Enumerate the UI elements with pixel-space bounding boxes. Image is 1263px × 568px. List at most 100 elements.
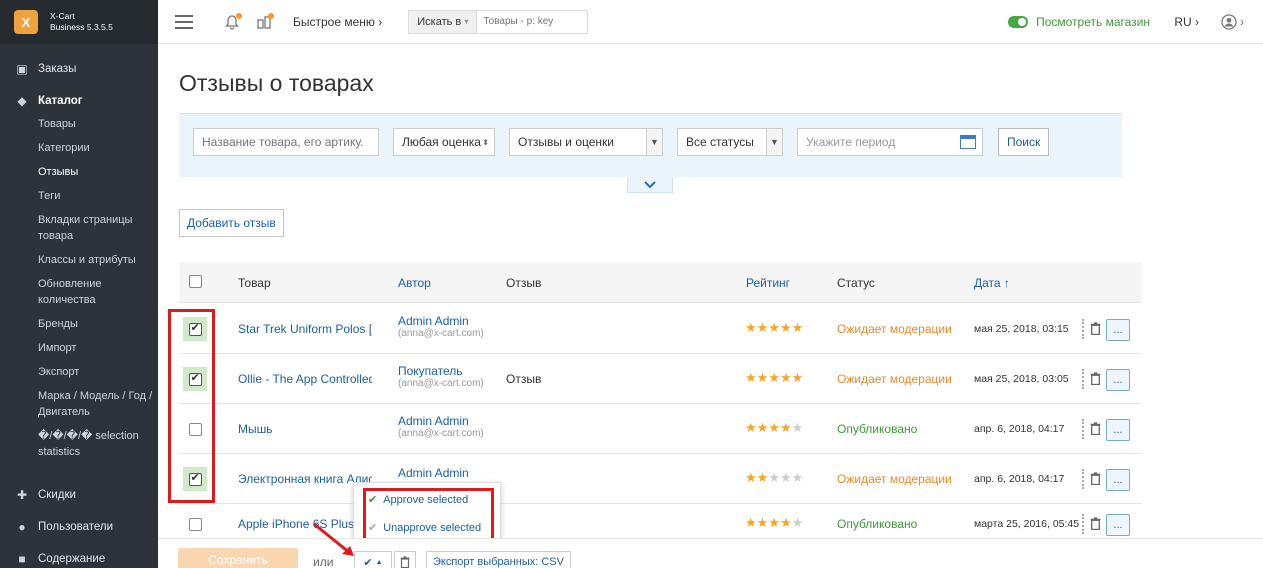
sidebar-item-orders[interactable]: ▣ Заказы (0, 58, 158, 80)
sidebar-subitem-categories[interactable]: Категории (38, 136, 158, 160)
sidebar-subitem-selection-stats[interactable]: �/�/�/� selection statistics (38, 424, 158, 464)
view-store-link[interactable]: Посмотреть магазин (1008, 15, 1150, 29)
status-select-value: Все статусы (686, 135, 754, 149)
select-all-checkbox[interactable] (188, 274, 202, 288)
product-search-input[interactable] (193, 128, 379, 156)
table-row: Электронная книга Алис Admin Admin ★★★★★… (179, 454, 1142, 504)
star-icon: ★ (768, 320, 780, 335)
sidebar-subitem-product-tabs[interactable]: Вкладки страницы товара (38, 208, 158, 248)
drag-handle[interactable] (1082, 469, 1084, 489)
star-icon: ★ (779, 420, 792, 435)
product-link[interactable]: Электронная книга Алис (238, 472, 372, 486)
quick-menu-label: Быстрое меню (293, 14, 375, 29)
marketplace-icon[interactable] (253, 11, 275, 33)
trash-icon[interactable] (1088, 370, 1102, 386)
more-actions-button[interactable]: ... (1106, 369, 1130, 391)
drag-handle[interactable] (1082, 369, 1084, 389)
star-icon: ★ (745, 470, 757, 485)
calendar-icon[interactable] (960, 135, 976, 149)
bell-icon[interactable] (221, 11, 243, 33)
trash-icon[interactable] (1088, 320, 1102, 336)
sidebar-subitem-tags[interactable]: Теги (38, 184, 158, 208)
sidebar-subitem-make-model[interactable]: Марка / Модель / Год / Двигатель (38, 384, 158, 424)
notification-dot (268, 12, 274, 19)
review-type-select[interactable]: Отзывы и оценки ▼ (509, 128, 663, 156)
column-header-status: Статус (837, 276, 875, 290)
sidebar-subitem-brands[interactable]: Бренды (38, 312, 158, 336)
more-actions-button[interactable]: ... (1106, 469, 1130, 491)
column-header-rating[interactable]: Рейтинг (746, 276, 790, 290)
period-input[interactable]: Укажите период (797, 128, 983, 156)
author-cell: Admin Admin (anna@x-cart.com) (398, 414, 484, 439)
quick-menu-button[interactable]: Быстрое меню › (293, 15, 382, 29)
column-header-author[interactable]: Автор (398, 276, 431, 290)
status-label[interactable]: Опубликовано (837, 517, 917, 531)
star-icon: ★ (745, 320, 757, 335)
more-actions-button[interactable]: ... (1106, 319, 1130, 341)
search-input[interactable] (477, 10, 588, 33)
checkbox-highlight-box (168, 309, 215, 503)
more-actions-button[interactable]: ... (1106, 514, 1130, 536)
hamburger-menu-icon[interactable] (175, 14, 193, 29)
brand[interactable]: X X-Cart Business 5.3.5.5 (0, 0, 158, 44)
star-icon: ★ (791, 320, 804, 335)
star-icon: ★ (756, 420, 769, 435)
sidebar-subitem-reviews[interactable]: Отзывы (38, 160, 158, 184)
sidebar-subitem-products[interactable]: Товары (38, 112, 158, 136)
trash-icon[interactable] (1088, 515, 1102, 531)
sidebar-subitem-export[interactable]: Экспорт (38, 360, 158, 384)
sidebar-item-discounts[interactable]: ✚ Скидки (0, 484, 158, 506)
users-icon: ● (18, 520, 26, 534)
drag-handle[interactable] (1082, 514, 1084, 534)
rating-stars: ★★★★★ (745, 370, 803, 386)
dropdown-highlight-box (363, 488, 494, 541)
search-button[interactable]: Поиск (998, 128, 1050, 156)
page-title: Отзывы о товарах (179, 70, 374, 96)
sidebar-item-catalog[interactable]: ◆ Каталог (0, 90, 158, 112)
delete-selected-button[interactable] (394, 551, 416, 568)
expand-filters-chevron-icon[interactable] (627, 177, 673, 193)
author-link[interactable]: Admin Admin (398, 466, 469, 480)
sidebar-item-users[interactable]: ● Пользователи (0, 516, 158, 538)
status-label[interactable]: Ожидает модерации (837, 472, 952, 486)
star-icon: ★ (779, 515, 792, 530)
trash-icon[interactable] (1088, 420, 1102, 436)
sidebar-subitem-import[interactable]: Импорт (38, 336, 158, 360)
review-text: Отзыв (506, 372, 542, 386)
author-link[interactable]: Admin Admin (398, 414, 484, 428)
row-checkbox[interactable] (188, 517, 202, 531)
status-label[interactable]: Ожидает модерации (837, 322, 952, 336)
sidebar-subitem-classes[interactable]: Классы и атрибуты (38, 248, 158, 272)
more-actions-button[interactable]: ... (1106, 419, 1130, 441)
author-cell: Admin Admin (398, 466, 469, 480)
author-cell: Покупатель (anna@x-cart.com) (398, 364, 484, 389)
rating-stars: ★★★★★ (745, 420, 803, 436)
header-search: Искать в ▾ (408, 9, 589, 34)
column-header-date[interactable]: Дата ↑ (974, 276, 1010, 290)
user-account-icon[interactable]: › (1221, 13, 1245, 30)
sidebar: X X-Cart Business 5.3.5.5 ▣ Заказы ◆ Кат… (0, 0, 158, 568)
save-button[interactable]: Сохранить (178, 548, 298, 568)
product-link[interactable]: Star Trek Uniform Polos [ (238, 322, 372, 336)
sidebar-subitem-stock-update[interactable]: Обновление количества (38, 272, 158, 312)
notification-dot (236, 12, 242, 19)
export-csv-button[interactable]: Экспорт выбранных: CSV (426, 551, 571, 568)
status-label[interactable]: Опубликовано (837, 422, 917, 436)
tags-icon: ◆ (17, 94, 27, 108)
rating-select-value: Любая оценка (402, 135, 481, 149)
status-select[interactable]: Все статусы ▼ (677, 128, 783, 156)
search-scope-select[interactable]: Искать в ▾ (409, 10, 478, 33)
drag-handle[interactable] (1082, 319, 1084, 339)
rating-select[interactable]: Любая оценка ⬍ (393, 128, 495, 156)
date-label: апр. 6, 2018, 04:17 (974, 423, 1065, 435)
product-link[interactable]: Мышь (238, 422, 372, 436)
language-select[interactable]: RU › (1174, 15, 1199, 29)
author-link[interactable]: Admin Admin (398, 314, 484, 328)
add-review-button[interactable]: Добавить отзыв (179, 209, 284, 237)
sidebar-item-content[interactable]: ■ Содержание (0, 548, 158, 568)
author-link[interactable]: Покупатель (398, 364, 484, 378)
drag-handle[interactable] (1082, 419, 1084, 439)
trash-icon[interactable] (1088, 470, 1102, 486)
product-link[interactable]: Ollie - The App Controlled (238, 372, 372, 386)
status-label[interactable]: Ожидает модерации (837, 372, 952, 386)
